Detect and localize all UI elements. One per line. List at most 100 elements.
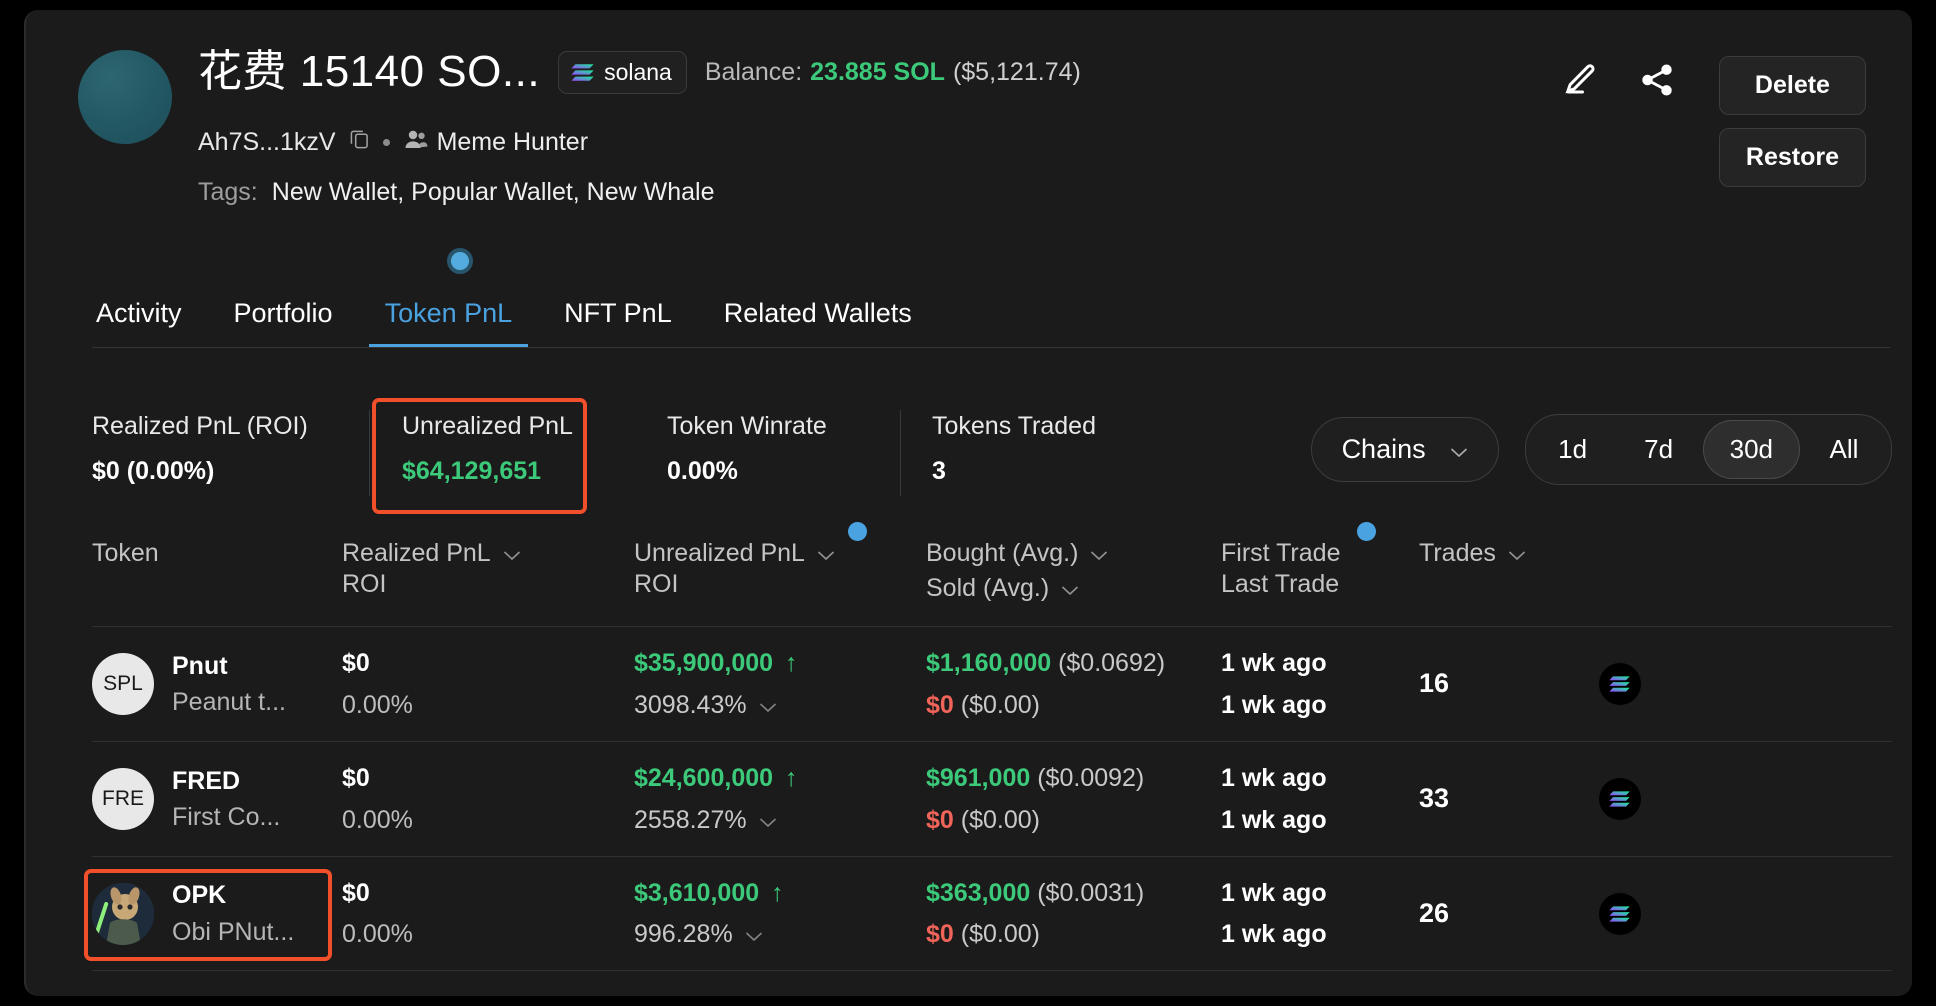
first-trade-value: 1 wk ago	[1221, 647, 1419, 680]
last-trade-value: 1 wk ago	[1221, 689, 1419, 722]
sold-value: $0	[926, 920, 954, 948]
column-header-trades[interactable]: Trades	[1419, 538, 1599, 569]
cell-realized-pnl: $0 0.00%	[342, 877, 634, 951]
time-range-group: 1d 7d 30d All	[1525, 414, 1892, 485]
share-icon	[1638, 61, 1676, 104]
column-sublabel: Last Trade	[1221, 569, 1419, 600]
tab-activity[interactable]: Activity	[92, 298, 208, 347]
restore-button[interactable]: Restore	[1719, 128, 1866, 187]
column-label: Unrealized PnL	[634, 538, 805, 569]
chains-dropdown[interactable]: Chains	[1311, 417, 1499, 482]
stat-token-winrate: Token Winrate 0.00%	[667, 412, 827, 486]
tags-row: Tags: New Wallet, Popular Wallet, New Wh…	[198, 178, 715, 207]
last-trade-value: 1 wk ago	[1221, 918, 1419, 951]
stat-tokens-traded: Tokens Traded 3	[932, 412, 1096, 486]
cell-first-last-trade: 1 wk ago 1 wk ago	[1221, 647, 1419, 721]
chain-chip-solana[interactable]: solana	[558, 51, 687, 94]
cell-realized-pnl: $0 0.00%	[342, 647, 634, 721]
token-logo	[92, 883, 154, 945]
cell-chain	[1599, 893, 1719, 935]
edit-button[interactable]	[1553, 56, 1605, 108]
trades-value: 16	[1419, 668, 1449, 698]
trend-up-icon: ↑	[771, 877, 784, 910]
realized-pnl-value: $0	[342, 647, 634, 680]
table-header-row: Token Realized PnL ROI Unrealized PnL	[92, 538, 1892, 626]
table-row[interactable]: SPL Pnut Peanut t... $0 0.00% $35,900,00…	[92, 626, 1892, 741]
page-title: 花费 15140 SO...	[198, 48, 540, 96]
tab-related-wallets[interactable]: Related Wallets	[698, 298, 938, 347]
tab-divider	[92, 347, 1890, 348]
tab-token-pnl[interactable]: Token PnL	[359, 298, 539, 347]
column-header-realized-pnl[interactable]: Realized PnL ROI	[342, 538, 634, 600]
chevron-down-icon	[1090, 538, 1108, 569]
chevron-down-icon	[1061, 573, 1079, 604]
tags-value: New Wallet, Popular Wallet, New Whale	[272, 178, 715, 207]
column-label: First Trade	[1221, 538, 1340, 569]
chevron-down-icon	[817, 538, 835, 569]
unrealized-pnl-value: $24,600,000	[634, 762, 773, 795]
table-row[interactable]: OPK Obi PNut... $0 0.00% $3,610,000 ↑ 99…	[92, 856, 1892, 971]
column-header-bought-sold[interactable]: Bought (Avg.) Sold (Avg.)	[926, 538, 1221, 604]
chevron-down-icon[interactable]	[759, 804, 777, 837]
stats-row: Realized PnL (ROI) $0 (0.00%) Unrealized…	[92, 402, 1892, 514]
tab-portfolio[interactable]: Portfolio	[208, 298, 359, 347]
cell-token[interactable]: SPL Pnut Peanut t...	[92, 650, 342, 719]
cell-token[interactable]: OPK Obi PNut...	[92, 879, 342, 948]
wallet-detail-panel: 花费 15140 SO... solana	[24, 10, 1912, 996]
wallet-address[interactable]: Ah7S...1kzV	[198, 128, 336, 157]
cell-realized-pnl: $0 0.00%	[342, 762, 634, 836]
trend-up-icon: ↑	[785, 647, 798, 680]
cell-trades: 16	[1419, 666, 1599, 701]
unrealized-pnl-value: $35,900,000	[634, 647, 773, 680]
column-label: Realized PnL	[342, 538, 491, 569]
column-sublabel: ROI	[342, 569, 634, 600]
share-button[interactable]	[1631, 56, 1683, 108]
wallet-address-row: Ah7S...1kzV Meme Hunter	[198, 128, 588, 157]
range-7d[interactable]: 7d	[1617, 421, 1701, 478]
stat-value: $0 (0.00%)	[92, 457, 308, 486]
stat-label: Tokens Traded	[932, 412, 1096, 441]
chevron-down-icon[interactable]	[759, 689, 777, 722]
solana-icon	[1599, 893, 1641, 935]
cell-unrealized-pnl: $35,900,000 ↑ 3098.43%	[634, 647, 926, 721]
balance-usd: ($5,121.74)	[953, 58, 1081, 87]
token-logo-text: SPL	[103, 670, 143, 697]
column-label: Token	[92, 538, 159, 569]
token-logo: FRE	[92, 768, 154, 830]
bought-avg: ($0.0092)	[1037, 764, 1144, 792]
persona: Meme Hunter	[404, 128, 588, 157]
stat-value: 3	[932, 457, 1096, 486]
token-pnl-table: Token Realized PnL ROI Unrealized PnL	[92, 538, 1892, 971]
chevron-down-icon	[1508, 538, 1526, 569]
range-all[interactable]: All	[1802, 421, 1886, 478]
tags-label: Tags:	[198, 178, 258, 207]
filter-controls: Chains 1d 7d 30d All	[1311, 414, 1892, 485]
cell-bought-sold: $1,160,000 ($0.0692) $0 ($0.00)	[926, 647, 1221, 721]
copy-icon[interactable]	[350, 128, 369, 157]
chevron-down-icon[interactable]	[745, 918, 763, 951]
range-30d[interactable]: 30d	[1703, 420, 1800, 479]
separator-dot	[383, 139, 390, 146]
cell-token[interactable]: FRE FRED First Co...	[92, 765, 342, 834]
cell-first-last-trade: 1 wk ago 1 wk ago	[1221, 762, 1419, 836]
sort-indicator-dot	[848, 522, 867, 541]
token-name: Obi PNut...	[172, 916, 294, 949]
sort-indicator-dot	[1357, 522, 1376, 541]
last-trade-value: 1 wk ago	[1221, 804, 1419, 837]
solana-icon	[571, 63, 595, 82]
bought-value: $363,000	[926, 879, 1030, 907]
token-symbol: Pnut	[172, 650, 286, 683]
cursor-indicator-dot	[447, 248, 473, 274]
sold-value: $0	[926, 806, 954, 834]
cell-trades: 26	[1419, 896, 1599, 931]
tab-nft-pnl[interactable]: NFT PnL	[538, 298, 698, 347]
table-row[interactable]: FRE FRED First Co... $0 0.00% $24,600,00…	[92, 741, 1892, 856]
cell-chain	[1599, 778, 1719, 820]
range-1d[interactable]: 1d	[1531, 421, 1615, 478]
sold-avg: ($0.00)	[961, 691, 1040, 719]
unrealized-roi-value: 2558.27%	[634, 804, 747, 837]
bought-avg: ($0.0031)	[1037, 879, 1144, 907]
cell-unrealized-pnl: $3,610,000 ↑ 996.28%	[634, 877, 926, 951]
column-header-unrealized-pnl[interactable]: Unrealized PnL ROI	[634, 538, 926, 600]
delete-button[interactable]: Delete	[1719, 56, 1866, 115]
